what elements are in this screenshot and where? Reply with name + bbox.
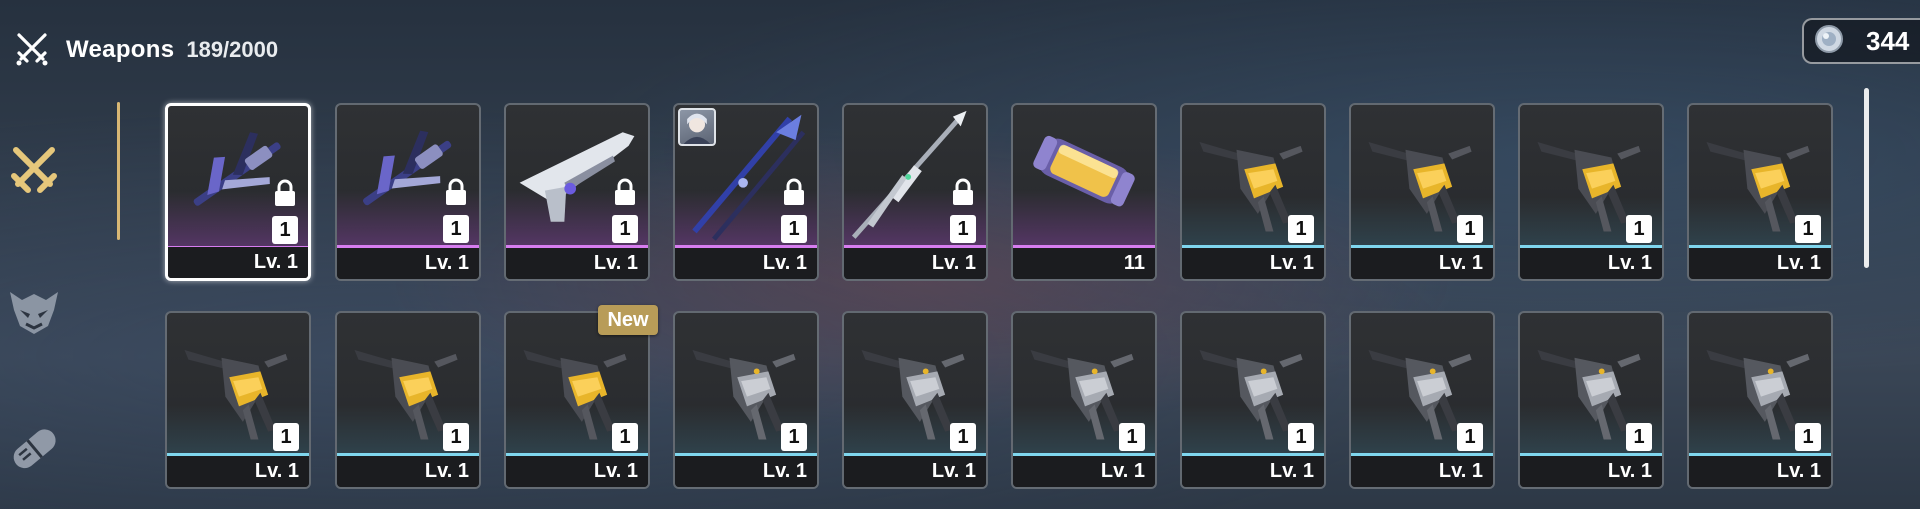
weapon-slot[interactable]: 1 Lv. 1 xyxy=(504,311,650,489)
quantity-badge: 1 xyxy=(612,215,638,243)
weapon-slot[interactable]: 1 Lv. 1 xyxy=(673,103,819,281)
quantity-badge: 1 xyxy=(443,423,469,451)
weapon-slot[interactable]: 1 Lv. 1 xyxy=(1180,311,1326,489)
level-label: Lv. 1 xyxy=(1182,248,1324,279)
weapon-slot[interactable]: 1 Lv. 1 xyxy=(165,311,311,489)
demon-mask-icon xyxy=(4,280,64,345)
currency-display[interactable]: 344 xyxy=(1802,18,1920,64)
weapon-slot[interactable]: 1 Lv. 1 xyxy=(1687,311,1833,489)
weapon-slot[interactable]: 1 Lv. 1 xyxy=(1349,103,1495,281)
weapon-slot[interactable]: 1 Lv. 1 xyxy=(1349,311,1495,489)
capsule-icon xyxy=(4,418,64,483)
level-label: 11 xyxy=(1013,248,1155,279)
weapon-slot[interactable]: 1 Lv. 1 xyxy=(1518,103,1664,281)
coin-icon xyxy=(1814,24,1844,59)
lock-icon xyxy=(443,177,469,207)
weapon-slot[interactable]: 1 Lv. 1 xyxy=(165,103,311,281)
nav-capsule-tab[interactable] xyxy=(2,418,66,482)
level-label: Lv. 1 xyxy=(844,248,986,279)
quantity-badge: 1 xyxy=(781,423,807,451)
quantity-badge: 1 xyxy=(273,423,299,451)
nav-matrices-tab[interactable] xyxy=(2,280,66,344)
level-label: Lv. 1 xyxy=(337,248,479,279)
crossed-swords-icon xyxy=(4,140,64,205)
lock-icon xyxy=(272,178,298,208)
lock-icon xyxy=(781,177,807,207)
quantity-badge: 1 xyxy=(443,215,469,243)
equipped-character-avatar xyxy=(678,108,716,146)
weapon-slot[interactable]: 1 Lv. 1 xyxy=(842,311,988,489)
weapon-slot[interactable]: 1 Lv. 1 xyxy=(1180,103,1326,281)
weapon-slot[interactable]: 11 xyxy=(1011,103,1157,281)
weapon-slot[interactable]: 1 Lv. 1 xyxy=(1518,311,1664,489)
weapon-slot[interactable]: 1 Lv. 1 xyxy=(842,103,988,281)
quantity-badge: 1 xyxy=(1626,423,1652,451)
level-label: Lv. 1 xyxy=(167,456,309,487)
level-label: Lv. 1 xyxy=(844,456,986,487)
level-label: Lv. 1 xyxy=(168,247,308,278)
quantity-badge: 1 xyxy=(272,216,298,244)
level-label: Lv. 1 xyxy=(1351,456,1493,487)
quantity-badge: 1 xyxy=(1288,423,1314,451)
weapon-slot[interactable]: 1 Lv. 1 xyxy=(504,103,650,281)
level-label: Lv. 1 xyxy=(1013,456,1155,487)
quantity-badge: 1 xyxy=(950,423,976,451)
quantity-badge: 1 xyxy=(1457,423,1483,451)
quantity-badge: 1 xyxy=(1457,215,1483,243)
level-label: Lv. 1 xyxy=(1689,248,1831,279)
quantity-badge: 1 xyxy=(1119,423,1145,451)
level-label: Lv. 1 xyxy=(337,456,479,487)
quantity-badge: 1 xyxy=(1795,423,1821,451)
quantity-badge: 1 xyxy=(1626,215,1652,243)
inventory-count: 189/2000 xyxy=(186,37,279,62)
nav-weapons-tab[interactable] xyxy=(2,140,66,204)
weapon-slot[interactable]: 1 Lv. 1 xyxy=(673,311,819,489)
active-tab-indicator xyxy=(117,102,120,240)
level-label: Lv. 1 xyxy=(506,248,648,279)
inventory-header: Weapons 189/2000 xyxy=(12,30,278,70)
quantity-badge: 1 xyxy=(1288,215,1314,243)
crossed-swords-icon xyxy=(12,28,52,73)
level-label: Lv. 1 xyxy=(675,456,817,487)
scrollbar[interactable] xyxy=(1864,88,1869,268)
level-label: Lv. 1 xyxy=(1520,456,1662,487)
level-label: Lv. 1 xyxy=(1182,456,1324,487)
quantity-badge: 1 xyxy=(781,215,807,243)
level-label: Lv. 1 xyxy=(1520,248,1662,279)
lock-icon xyxy=(612,177,638,207)
level-label: Lv. 1 xyxy=(675,248,817,279)
level-label: Lv. 1 xyxy=(506,456,648,487)
capsule-icon xyxy=(1013,105,1155,247)
level-label: Lv. 1 xyxy=(1351,248,1493,279)
level-label: Lv. 1 xyxy=(1689,456,1831,487)
weapon-slot[interactable]: 1 Lv. 1 xyxy=(1687,103,1833,281)
lock-icon xyxy=(950,177,976,207)
weapon-slot[interactable]: 1 Lv. 1 xyxy=(1011,311,1157,489)
new-badge: New xyxy=(598,305,658,335)
quantity-badge: 1 xyxy=(612,423,638,451)
page-title: Weapons xyxy=(66,36,175,63)
quantity-badge: 1 xyxy=(950,215,976,243)
currency-value: 344 xyxy=(1866,25,1910,56)
weapon-slot[interactable]: 1 Lv. 1 xyxy=(335,311,481,489)
quantity-badge: 1 xyxy=(1795,215,1821,243)
weapon-slot[interactable]: 1 Lv. 1 xyxy=(335,103,481,281)
